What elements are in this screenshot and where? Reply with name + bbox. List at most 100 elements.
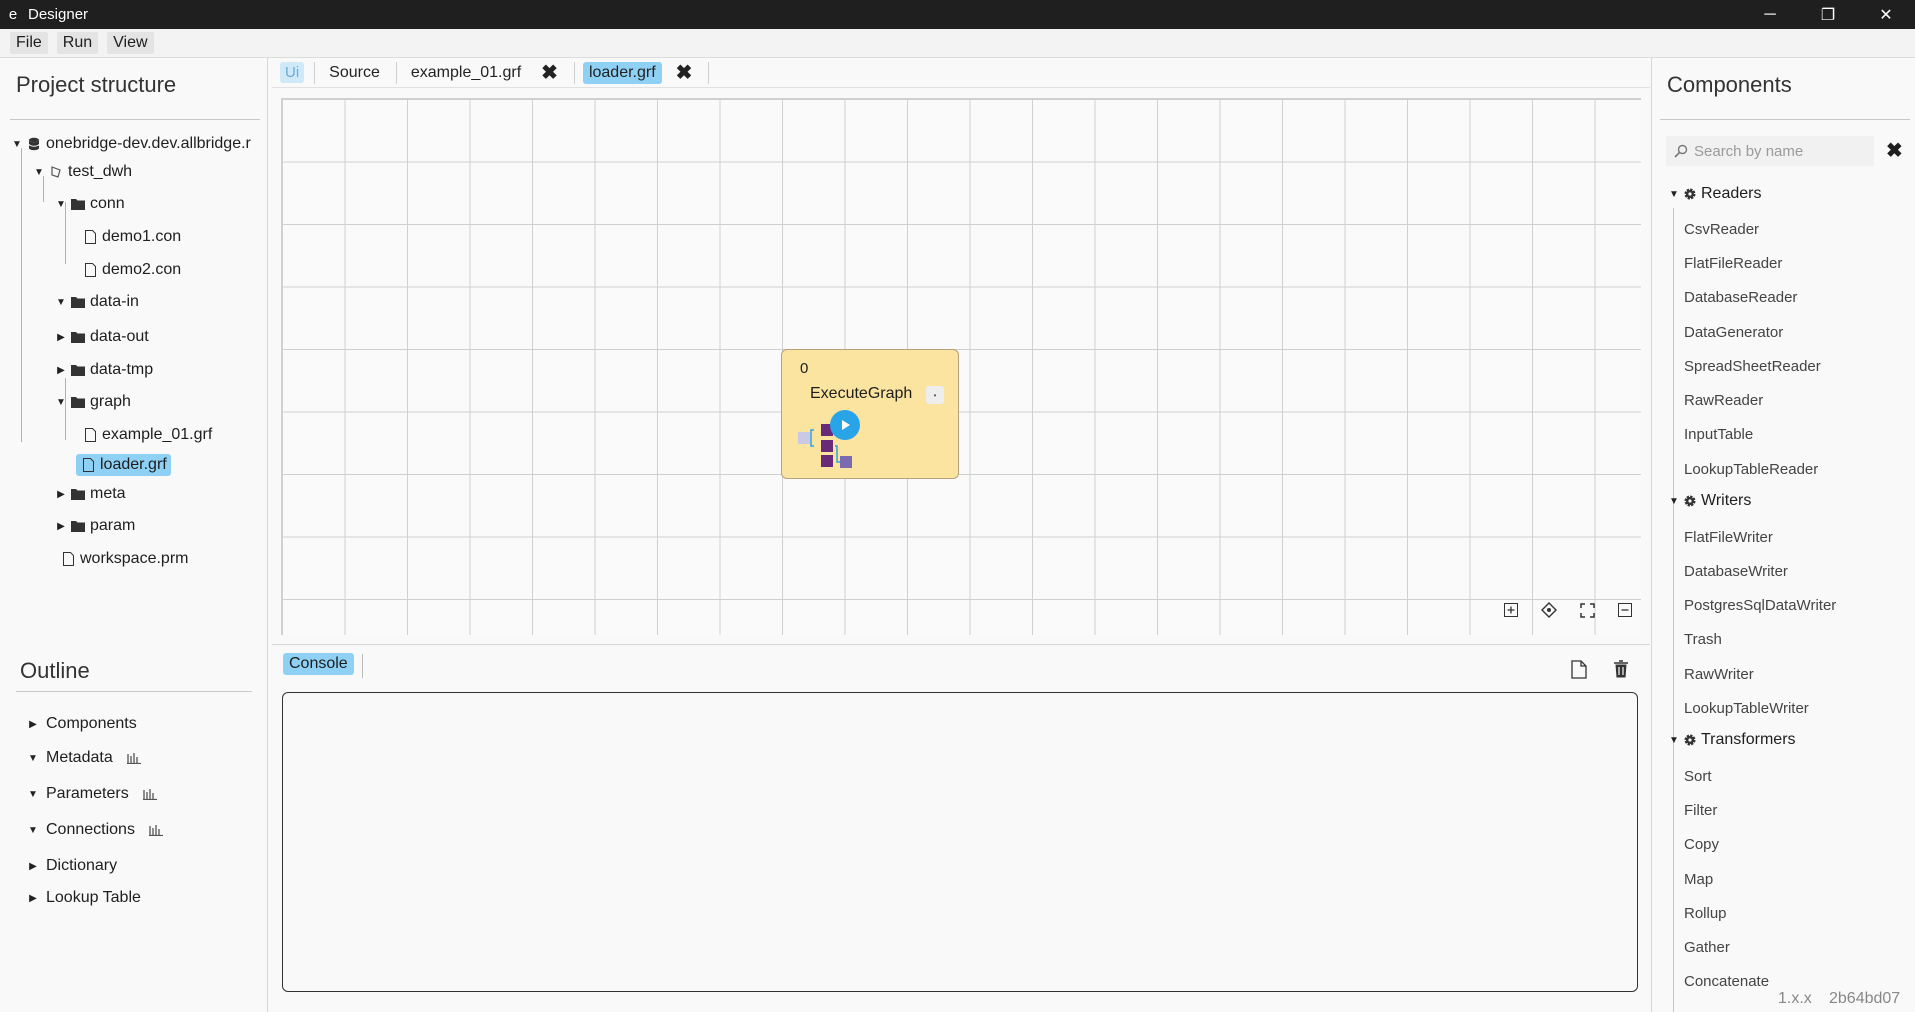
graph-canvas[interactable] xyxy=(281,98,1641,635)
expand-toggle[interactable]: ▼ xyxy=(26,753,40,764)
component-data-generator[interactable]: DataGenerator xyxy=(1684,324,1783,341)
collapse-toggle[interactable]: ▶ xyxy=(54,365,68,376)
tree-item-demo1[interactable]: demo1.con xyxy=(80,223,181,251)
component-gather[interactable]: Gather xyxy=(1684,939,1730,956)
fit-screen-button[interactable] xyxy=(1568,598,1606,622)
bar-chart-icon[interactable] xyxy=(142,788,157,800)
node-port[interactable]: • xyxy=(926,386,944,404)
bar-chart-icon[interactable] xyxy=(148,824,163,836)
expand-toggle[interactable]: ▼ xyxy=(32,167,46,178)
component-map[interactable]: Map xyxy=(1684,871,1713,888)
component-lookup-table-reader[interactable]: LookupTableReader xyxy=(1684,461,1818,478)
tab-console[interactable]: Console xyxy=(283,653,354,675)
tab-loader[interactable]: loader.grf xyxy=(582,61,662,84)
clear-search-icon[interactable]: ✖ xyxy=(1886,138,1903,163)
component-flat-file-writer[interactable]: FlatFileWriter xyxy=(1684,529,1773,546)
tree-item-meta[interactable]: ▶ meta xyxy=(54,480,125,508)
expand-toggle[interactable]: ▼ xyxy=(1667,735,1681,746)
collapse-toggle[interactable]: ▶ xyxy=(54,332,68,343)
component-copy[interactable]: Copy xyxy=(1684,836,1719,853)
bar-chart-icon[interactable] xyxy=(126,752,141,764)
expand-toggle[interactable]: ▼ xyxy=(54,297,68,308)
component-raw-reader[interactable]: RawReader xyxy=(1684,392,1763,409)
tree-item-conn[interactable]: ▼ conn xyxy=(54,190,125,218)
menu-file[interactable]: File xyxy=(10,32,48,54)
title-bar: e Designer ─ ❐ ✕ xyxy=(0,0,1915,29)
close-tab-icon[interactable]: ✖ xyxy=(676,60,693,85)
component-trash[interactable]: Trash xyxy=(1684,631,1722,648)
component-filter[interactable]: Filter xyxy=(1684,802,1717,819)
component-concatenate[interactable]: Concatenate xyxy=(1684,973,1769,990)
expand-toggle[interactable]: ▼ xyxy=(1667,189,1681,200)
tree-item-example[interactable]: example_01.grf xyxy=(80,421,212,449)
zoom-in-button[interactable] xyxy=(1492,598,1530,622)
component-database-reader[interactable]: DatabaseReader xyxy=(1684,289,1797,306)
collapse-toggle[interactable]: ▶ xyxy=(26,893,40,904)
folder-icon xyxy=(70,294,86,310)
restore-button[interactable]: ❐ xyxy=(1799,0,1857,29)
menu-run[interactable]: Run xyxy=(56,32,99,54)
search-input[interactable] xyxy=(1694,142,1864,160)
console-actions xyxy=(1558,657,1642,681)
component-raw-writer[interactable]: RawWriter xyxy=(1684,666,1754,683)
tree-item-graph[interactable]: ▼ graph xyxy=(54,388,131,416)
tree-item-data-out[interactable]: ▶ data-out xyxy=(54,323,149,351)
expand-toggle[interactable]: ▼ xyxy=(54,199,68,210)
outline-item-components[interactable]: ▶ Components xyxy=(26,712,137,736)
center-view-button[interactable] xyxy=(1530,598,1568,622)
component-flat-file-reader[interactable]: FlatFileReader xyxy=(1684,255,1782,272)
console-output[interactable] xyxy=(282,692,1638,992)
outline-label: Metadata xyxy=(46,749,113,766)
new-file-button[interactable] xyxy=(1558,657,1600,681)
zoom-out-button[interactable] xyxy=(1606,598,1644,622)
outline-item-dictionary[interactable]: ▶ Dictionary xyxy=(26,854,117,878)
outline-item-parameters[interactable]: ▼ Parameters xyxy=(26,782,157,806)
component-input-table[interactable]: InputTable xyxy=(1684,426,1753,443)
category-transformers[interactable]: ▼ Transformers xyxy=(1667,728,1795,752)
tab-ui[interactable]: Ui xyxy=(280,62,305,83)
tab-source[interactable]: Source xyxy=(323,62,386,84)
folder-icon xyxy=(70,362,86,378)
category-writers[interactable]: ▼ Writers xyxy=(1667,489,1751,513)
expand-toggle[interactable]: ▼ xyxy=(26,825,40,836)
collapse-toggle[interactable]: ▶ xyxy=(54,521,68,532)
collapse-toggle[interactable]: ▶ xyxy=(26,719,40,730)
component-rollup[interactable]: Rollup xyxy=(1684,905,1727,922)
outline-item-lookup-table[interactable]: ▶ Lookup Table xyxy=(26,886,141,910)
run-node-button[interactable] xyxy=(830,410,860,440)
minimize-button[interactable]: ─ xyxy=(1741,0,1799,29)
tree-item-loader[interactable]: loader.grf xyxy=(76,454,171,476)
tree-item-workspace-prm[interactable]: workspace.prm xyxy=(58,545,188,573)
component-database-writer[interactable]: DatabaseWriter xyxy=(1684,563,1788,580)
outline-item-connections[interactable]: ▼ Connections xyxy=(26,818,163,842)
tree-item-test-dwh[interactable]: ▼ test_dwh xyxy=(32,158,132,186)
tab-example[interactable]: example_01.grf xyxy=(405,62,527,84)
tree-item-param[interactable]: ▶ param xyxy=(54,512,135,540)
component-sort[interactable]: Sort xyxy=(1684,768,1712,785)
close-tab-icon[interactable]: ✖ xyxy=(541,60,558,85)
workspace-icon xyxy=(48,164,64,180)
clear-console-button[interactable] xyxy=(1600,657,1642,681)
expand-toggle[interactable]: ▼ xyxy=(26,789,40,800)
folder-icon xyxy=(70,518,86,534)
node-name: ExecuteGraph xyxy=(810,385,913,402)
collapse-toggle[interactable]: ▶ xyxy=(26,861,40,872)
tree-item-root[interactable]: ▼ onebridge-dev.dev.allbridge.r xyxy=(10,130,251,158)
menu-bar: File Run View xyxy=(0,29,1915,58)
component-lookup-table-writer[interactable]: LookupTableWriter xyxy=(1684,700,1809,717)
expand-toggle[interactable]: ▼ xyxy=(54,397,68,408)
close-button[interactable]: ✕ xyxy=(1857,0,1915,29)
outline-item-metadata[interactable]: ▼ Metadata xyxy=(26,746,141,770)
component-csv-reader[interactable]: CsvReader xyxy=(1684,221,1759,238)
menu-view[interactable]: View xyxy=(107,32,154,54)
tree-item-data-in[interactable]: ▼ data-in xyxy=(54,288,139,316)
graph-node-execute-graph[interactable]: 0 ExecuteGraph • xyxy=(781,349,959,479)
component-postgres-writer[interactable]: PostgresSqlDataWriter xyxy=(1684,597,1836,614)
category-readers[interactable]: ▼ Readers xyxy=(1667,182,1761,206)
tree-item-demo2[interactable]: demo2.con xyxy=(80,256,181,284)
collapse-toggle[interactable]: ▶ xyxy=(54,489,68,500)
expand-toggle[interactable]: ▼ xyxy=(10,139,24,150)
tree-item-data-tmp[interactable]: ▶ data-tmp xyxy=(54,356,153,384)
expand-toggle[interactable]: ▼ xyxy=(1667,496,1681,507)
component-spreadsheet-reader[interactable]: SpreadSheetReader xyxy=(1684,358,1821,375)
